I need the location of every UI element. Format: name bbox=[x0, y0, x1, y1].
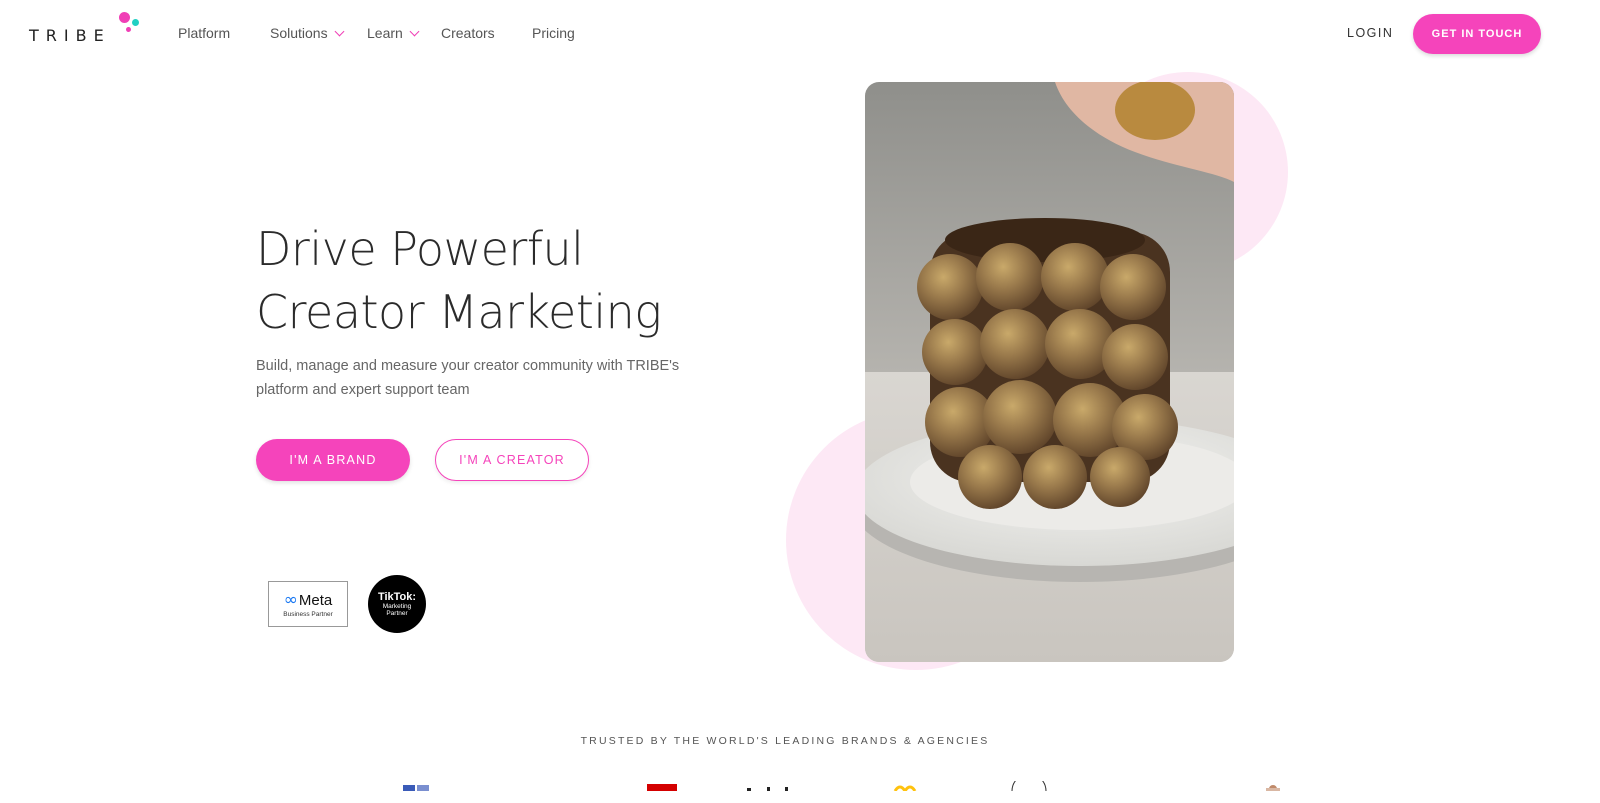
site-header: TRIBE Platform Solutions Learn Creators … bbox=[0, 0, 1600, 68]
nav-item-label: Solutions bbox=[270, 25, 328, 41]
nav-item-learn[interactable]: Learn bbox=[367, 25, 420, 41]
nav-item-label: Platform bbox=[178, 25, 231, 41]
meta-badge-subtitle: Business Partner bbox=[283, 611, 333, 618]
nav-item-platform[interactable]: Platform bbox=[178, 25, 230, 41]
nav-item-pricing[interactable]: Pricing bbox=[532, 25, 575, 41]
nav-item-creators[interactable]: Creators bbox=[441, 25, 495, 41]
hero-title-line: Creator Marketing bbox=[256, 285, 662, 339]
logo-wordmark: TRIBE bbox=[29, 26, 111, 45]
brand-logo bbox=[747, 778, 807, 791]
hero-title: Drive Powerful Creator Marketing bbox=[256, 218, 776, 344]
brand-logo bbox=[893, 778, 921, 794]
meta-business-partner-badge: ∞ Meta Business Partner bbox=[268, 581, 348, 627]
login-link[interactable]: LOGIN bbox=[1347, 26, 1393, 40]
logo-dot-icon bbox=[132, 19, 139, 26]
tiktok-name: TikTok: bbox=[377, 591, 417, 603]
chevron-down-icon bbox=[334, 26, 345, 36]
tiktok-badge-subtitle: Partner bbox=[386, 610, 408, 617]
tribe-logo[interactable]: TRIBE bbox=[29, 10, 144, 50]
nav-item-label: Learn bbox=[367, 25, 403, 41]
nav-item-solutions[interactable]: Solutions bbox=[270, 25, 345, 41]
hero-title-line: Drive Powerful bbox=[256, 222, 584, 276]
meta-logo: ∞ Meta bbox=[269, 590, 347, 610]
hero-subtitle: Build, manage and measure your creator c… bbox=[256, 358, 680, 398]
logo-dot-icon bbox=[119, 12, 130, 23]
logo-dot-icon bbox=[126, 27, 131, 32]
trusted-by-heading: TRUSTED BY THE WORLD'S LEADING BRANDS & … bbox=[580, 735, 990, 747]
brand-logo bbox=[647, 778, 677, 791]
chevron-down-icon bbox=[409, 26, 420, 36]
hero-media-card bbox=[865, 82, 1234, 662]
meta-infinity-icon: ∞ bbox=[283, 590, 298, 610]
nav-item-label: Creators bbox=[441, 25, 495, 41]
get-in-touch-button[interactable]: GET IN TOUCH bbox=[1413, 14, 1541, 54]
im-a-creator-button[interactable]: I'M A CREATOR bbox=[435, 439, 589, 481]
chocolate-cake-image bbox=[865, 82, 1234, 662]
nav-item-label: Pricing bbox=[532, 25, 575, 41]
im-a-brand-button[interactable]: I'M A BRAND bbox=[256, 439, 410, 481]
meta-name: Meta bbox=[298, 591, 333, 609]
tiktok-badge-subtitle: Marketing bbox=[382, 603, 412, 610]
brand-logo bbox=[1010, 773, 1048, 792]
brand-logo bbox=[403, 778, 431, 791]
tiktok-marketing-partner-badge: TikTok: Marketing Partner bbox=[368, 575, 426, 633]
brand-logo bbox=[1260, 778, 1286, 793]
